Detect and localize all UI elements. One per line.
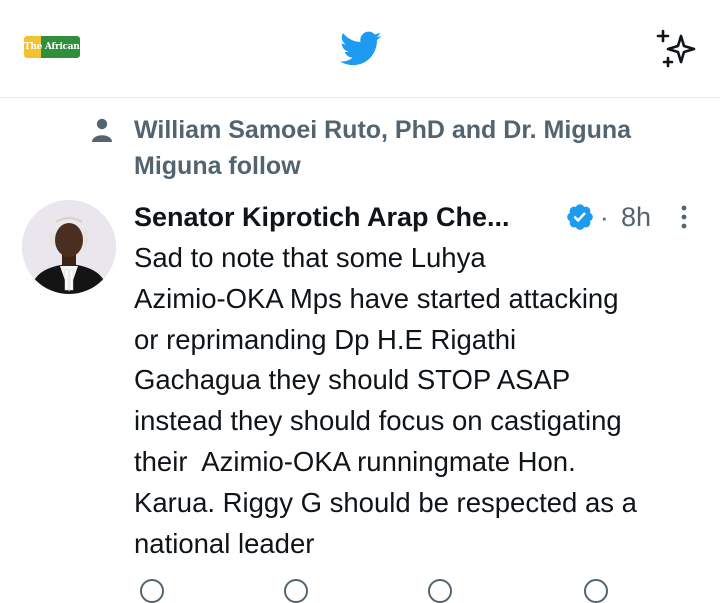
tweet-text-line: Azimio-OKA Mps have started attacking — [134, 282, 619, 314]
tweet-text-line: instead they should focus on castigating — [134, 405, 622, 437]
social-context-text: William Samoei Ruto, PhD and Dr. Miguna … — [134, 116, 632, 180]
profile-logo[interactable]: The African Voice — [24, 36, 80, 58]
sparkle-icon[interactable] — [655, 28, 697, 70]
tweet-text-line: Sad to note that some Luhya — [134, 242, 486, 273]
tweet-actions — [134, 575, 714, 603]
tweet-timestamp[interactable]: 8h — [621, 198, 651, 236]
verified-badge-icon — [567, 204, 593, 230]
like-icon[interactable] — [428, 579, 452, 603]
more-options-icon[interactable] — [674, 200, 694, 234]
top-app-bar: The African Voice — [0, 0, 720, 98]
tweet-text-line: Karua. Riggy G should be respected as a — [134, 486, 637, 518]
avatar[interactable] — [22, 200, 116, 294]
twitter-bird-icon[interactable] — [340, 30, 382, 68]
tweet-text: Sad to note that some Luhya Azimio-OKA M… — [134, 238, 714, 564]
tweet-text-line: Gachagua they should STOP ASAP — [134, 364, 571, 396]
tweet-header: Senator Kiprotich Arap Che... · 8h — [134, 198, 704, 236]
tweet-text-line: their Azimio-OKA runningmate Hon. — [134, 445, 576, 477]
separator-dot: · — [600, 202, 609, 232]
retweet-icon[interactable] — [284, 579, 308, 603]
tweet-text-line: national leader — [134, 527, 315, 559]
tweet-text-line: or reprimanding Dp H.E Rigathi — [134, 323, 517, 355]
person-icon — [92, 118, 112, 142]
reply-icon[interactable] — [140, 579, 164, 603]
author-name[interactable]: Senator Kiprotich Arap Che... — [134, 198, 510, 236]
share-icon[interactable] — [584, 579, 608, 603]
